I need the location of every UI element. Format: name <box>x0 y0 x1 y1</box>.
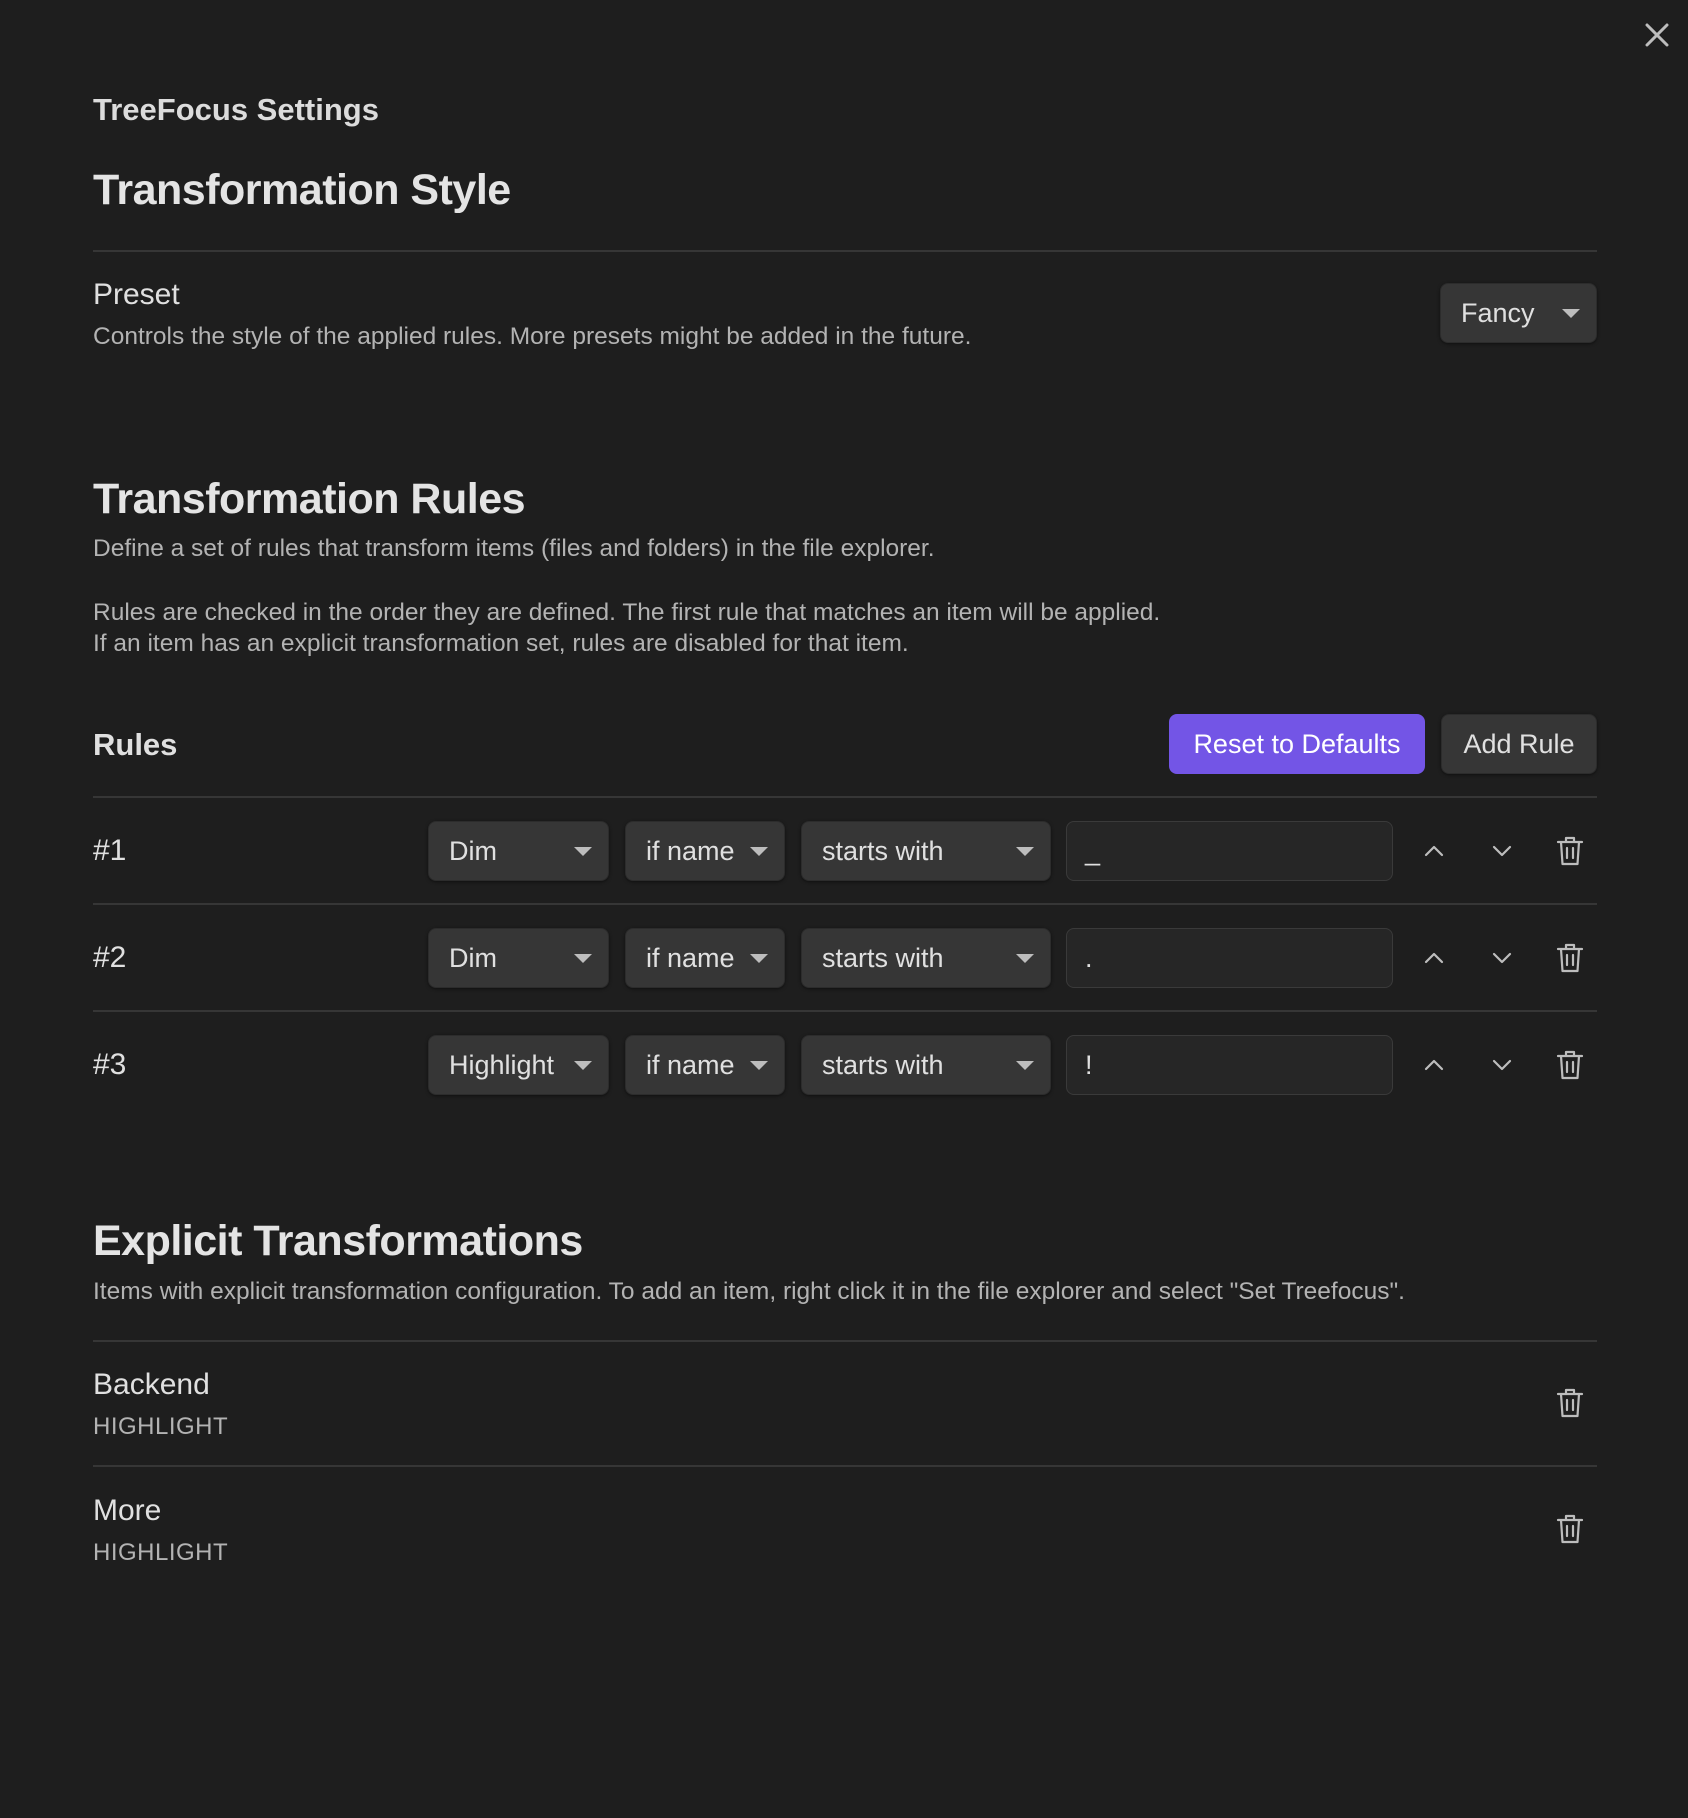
explicit-description: Items with explicit transformation confi… <box>93 1278 1405 1305</box>
delete-item-button[interactable] <box>1548 1381 1592 1425</box>
rule-number: #3 <box>93 1048 127 1081</box>
divider <box>93 1340 1597 1342</box>
move-down-button[interactable] <box>1480 829 1524 873</box>
move-up-button[interactable] <box>1412 829 1456 873</box>
chevron-down-icon <box>574 847 592 856</box>
plugin-title: TreeFocus Settings <box>93 92 379 127</box>
settings-modal: TreeFocus Settings Transformation Style … <box>0 0 1688 1818</box>
chevron-up-icon <box>1424 952 1444 964</box>
rule-operator-dropdown[interactable]: starts with <box>801 928 1051 988</box>
section-heading-style: Transformation Style <box>93 166 511 214</box>
rule-value-input[interactable]: . <box>1066 928 1393 988</box>
chevron-down-icon <box>574 1061 592 1070</box>
chevron-down-icon <box>574 954 592 963</box>
trash-icon <box>1556 1050 1584 1080</box>
chevron-down-icon <box>1016 1061 1034 1070</box>
chevron-up-icon <box>1424 845 1444 857</box>
rule-action-dropdown[interactable]: Dim <box>428 928 609 988</box>
preset-setting-name: Preset <box>93 278 180 311</box>
divider <box>93 1010 1597 1012</box>
chevron-down-icon <box>1492 845 1512 857</box>
rules-order-description: Rules are checked in the order they are … <box>93 599 1161 657</box>
delete-rule-button[interactable] <box>1548 1043 1592 1087</box>
rule-action-value: Highlight <box>449 1049 555 1080</box>
rule-field-dropdown[interactable]: if name <box>625 928 785 988</box>
rule-action-value: Dim <box>449 942 497 973</box>
close-button[interactable] <box>1640 18 1674 52</box>
section-heading-explicit: Explicit Transformations <box>93 1217 583 1265</box>
rule-operator-value: starts with <box>822 835 944 866</box>
divider <box>93 903 1597 905</box>
chevron-down-icon <box>750 847 768 856</box>
rule-field-dropdown[interactable]: if name <box>625 1035 785 1095</box>
rule-operator-dropdown[interactable]: starts with <box>801 821 1051 881</box>
rule-number: #2 <box>93 941 127 974</box>
chevron-down-icon <box>1492 952 1512 964</box>
rule-field-value: if name <box>646 835 735 866</box>
close-icon <box>1645 23 1669 47</box>
rule-field-value: if name <box>646 942 735 973</box>
chevron-down-icon <box>750 954 768 963</box>
rules-label: Rules <box>93 727 178 762</box>
rule-field-value: if name <box>646 1049 735 1080</box>
preset-setting-description: Controls the style of the applied rules.… <box>93 323 972 350</box>
trash-icon <box>1556 943 1584 973</box>
rule-value-input[interactable]: ! <box>1066 1035 1393 1095</box>
move-up-button[interactable] <box>1412 936 1456 980</box>
delete-rule-button[interactable] <box>1548 829 1592 873</box>
rule-operator-value: starts with <box>822 942 944 973</box>
chevron-down-icon <box>1016 954 1034 963</box>
trash-icon <box>1556 1514 1584 1544</box>
preset-dropdown-value: Fancy <box>1461 297 1535 328</box>
reset-to-defaults-button[interactable]: Reset to Defaults <box>1169 714 1425 774</box>
rule-action-value: Dim <box>449 835 497 866</box>
move-down-button[interactable] <box>1480 1043 1524 1087</box>
delete-rule-button[interactable] <box>1548 936 1592 980</box>
trash-icon <box>1556 836 1584 866</box>
chevron-down-icon <box>1016 847 1034 856</box>
move-down-button[interactable] <box>1480 936 1524 980</box>
delete-item-button[interactable] <box>1548 1507 1592 1551</box>
rules-description: Define a set of rules that transform ite… <box>93 535 935 562</box>
move-up-button[interactable] <box>1412 1043 1456 1087</box>
divider <box>93 796 1597 798</box>
explicit-item-name: Backend <box>93 1368 210 1401</box>
divider <box>93 1465 1597 1467</box>
chevron-down-icon <box>1562 309 1580 318</box>
rule-number: #1 <box>93 834 127 867</box>
explicit-item-type: HIGHLIGHT <box>93 1539 229 1566</box>
rule-operator-dropdown[interactable]: starts with <box>801 1035 1051 1095</box>
chevron-down-icon <box>1492 1059 1512 1071</box>
rule-value-input[interactable]: _ <box>1066 821 1393 881</box>
rule-field-dropdown[interactable]: if name <box>625 821 785 881</box>
section-heading-rules: Transformation Rules <box>93 475 526 523</box>
preset-dropdown[interactable]: Fancy <box>1440 283 1597 343</box>
trash-icon <box>1556 1388 1584 1418</box>
rule-action-dropdown[interactable]: Highlight <box>428 1035 609 1095</box>
rule-action-dropdown[interactable]: Dim <box>428 821 609 881</box>
rule-operator-value: starts with <box>822 1049 944 1080</box>
explicit-item-name: More <box>93 1494 162 1527</box>
divider <box>93 250 1597 252</box>
add-rule-button[interactable]: Add Rule <box>1441 714 1597 774</box>
chevron-down-icon <box>750 1061 768 1070</box>
chevron-up-icon <box>1424 1059 1444 1071</box>
explicit-item-type: HIGHLIGHT <box>93 1413 229 1440</box>
